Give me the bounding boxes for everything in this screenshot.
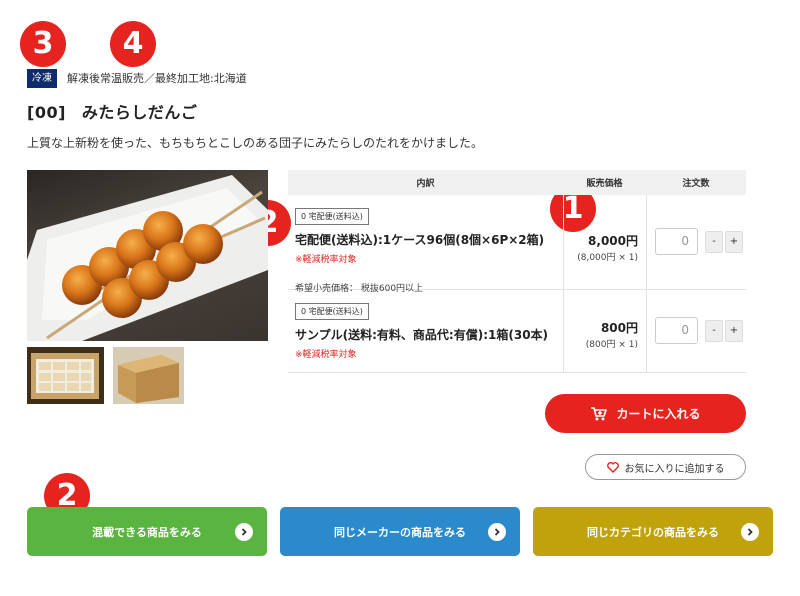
- table-row: 0 宅配便(送料込) サンプル(送料:有料、商品代:有償):1箱(30本) ※軽…: [288, 290, 746, 373]
- product-thumbnail-box-open[interactable]: [27, 347, 104, 404]
- nav-button-label: 混載できる商品をみる: [92, 525, 202, 539]
- shipping-badge: 0 宅配便(送料込): [295, 303, 369, 320]
- plan-name: サンプル(送料:有料、商品代:有償):1箱(30本): [295, 328, 549, 342]
- price-detail: (8,000円 × 1): [577, 253, 638, 263]
- product-title: [00] みたらしだんご: [27, 99, 197, 123]
- mixed-shipping-products-button[interactable]: 混載できる商品をみる: [27, 507, 267, 556]
- header-price: 販売価格: [586, 179, 623, 189]
- product-thumbnail-box-closed[interactable]: [113, 347, 184, 404]
- marker-4: 4: [110, 21, 156, 67]
- header-qty: 注文数: [682, 179, 710, 189]
- header-detail: 内訳: [416, 179, 435, 189]
- add-to-cart-label: カートに入れる: [616, 407, 701, 421]
- price-detail: (800円 × 1): [585, 340, 638, 350]
- quantity-input[interactable]: 0: [655, 228, 698, 255]
- quantity-input[interactable]: 0: [655, 317, 698, 344]
- table-row: 0 宅配便(送料込) 宅配便(送料込):1ケース96個(8個×6P×2箱) ※軽…: [288, 195, 746, 294]
- price: 800円: [600, 321, 638, 335]
- quantity-plus-button[interactable]: +: [725, 231, 743, 253]
- nav-button-label: 同じカテゴリの商品をみる: [587, 525, 719, 539]
- cart-icon: [591, 406, 608, 420]
- product-name: みたらしだんご: [81, 103, 198, 122]
- order-table: 内訳 販売価格 注文数 0 宅配便(送料込) 宅配便(送料込):1ケース96個(…: [288, 170, 746, 373]
- same-maker-products-button[interactable]: 同じメーカーの商品をみる: [280, 507, 520, 556]
- marker-3: 3: [20, 21, 66, 67]
- arrow-right-icon: [741, 523, 759, 541]
- arrow-right-icon: [488, 523, 506, 541]
- storage-note: 解凍後常温販売／最終加工地:北海道: [67, 72, 247, 85]
- nav-button-label: 同じメーカーの商品をみる: [334, 525, 466, 539]
- quantity-plus-button[interactable]: +: [725, 320, 743, 342]
- shipping-badge: 0 宅配便(送料込): [295, 208, 369, 225]
- product-code: [00]: [27, 103, 66, 122]
- price: 8,000円: [588, 234, 638, 248]
- add-to-favorites-label: お気に入りに追加する: [624, 463, 725, 475]
- heart-icon: [606, 461, 619, 473]
- storage-info: 冷凍 解凍後常温販売／最終加工地:北海道: [27, 68, 247, 88]
- product-main-image: [27, 170, 268, 341]
- quantity-minus-button[interactable]: -: [705, 320, 723, 342]
- arrow-right-icon: [235, 523, 253, 541]
- product-description: 上質な上新粉を使った、もちもちとこしのある団子にみたらしのたれをかけました。: [27, 136, 484, 150]
- reduced-tax-note: ※軽減税率対象: [295, 350, 357, 360]
- add-to-favorites-button[interactable]: お気に入りに追加する: [585, 454, 746, 480]
- frozen-badge: 冷凍: [27, 68, 57, 88]
- table-header: 内訳 販売価格 注文数: [288, 170, 746, 195]
- reduced-tax-note: ※軽減税率対象: [295, 255, 357, 265]
- same-category-products-button[interactable]: 同じカテゴリの商品をみる: [533, 507, 773, 556]
- quantity-minus-button[interactable]: -: [705, 231, 723, 253]
- plan-name: 宅配便(送料込):1ケース96個(8個×6P×2箱): [295, 233, 545, 247]
- add-to-cart-button[interactable]: カートに入れる: [545, 394, 746, 433]
